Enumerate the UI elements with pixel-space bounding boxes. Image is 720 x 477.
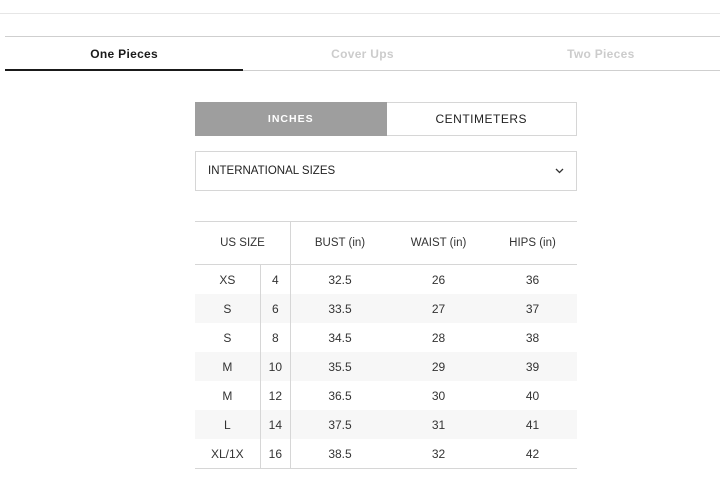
size-label-cell: S [195, 323, 261, 352]
size-number-cell: 14 [260, 410, 292, 439]
size-number-cell: 16 [260, 439, 292, 469]
waist-cell: 30 [431, 388, 446, 403]
size-label-cell: M [195, 381, 261, 410]
centimeters-button[interactable]: CENTIMETERS [386, 102, 577, 136]
bust-cell: 32.5 [328, 272, 352, 287]
top-divider [0, 13, 720, 14]
size-number-cell: 10 [260, 352, 292, 381]
bust-header: BUST (in) [290, 221, 389, 265]
bust-cell: 37.5 [290, 410, 389, 439]
hips-cell: 37 [488, 294, 577, 323]
size-label-cell: XS [195, 264, 261, 294]
table-header-row: US SIZE BUST (in) WAIST (in) HIPS (in) [195, 221, 577, 265]
size-number-cell: 8 [260, 323, 292, 352]
waist-cell: 31 [389, 410, 488, 439]
table-row: XL/1X 16 38.5 32 42 [195, 439, 577, 469]
waist-cell: 26 [431, 272, 446, 287]
size-label-cell: S [195, 294, 261, 323]
tab-two-pieces[interactable]: Two Pieces [482, 37, 720, 70]
table-row: M 10 35.5 29 39 [195, 352, 577, 381]
size-number-cell: 12 [260, 381, 292, 410]
bust-cell: 33.5 [290, 294, 389, 323]
chevron-down-icon [555, 165, 564, 177]
size-system-select[interactable]: INTERNATIONAL SIZES [195, 151, 577, 191]
table-row: XS 4 32.5 26 36 [195, 264, 577, 294]
tab-one-pieces[interactable]: One Pieces [5, 37, 244, 71]
size-label-cell: M [195, 352, 261, 381]
hips-cell: 39 [488, 352, 577, 381]
waist-header: WAIST (in) [389, 221, 488, 265]
bust-cell: 34.5 [328, 330, 352, 345]
waist-cell: 29 [389, 352, 488, 381]
size-chart-table: US SIZE BUST (in) WAIST (in) HIPS (in) X… [195, 221, 577, 469]
inches-button[interactable]: INCHES [195, 102, 387, 136]
size-system-value: INTERNATIONAL SIZES [208, 165, 336, 177]
table-row: S 8 34.5 28 38 [195, 323, 577, 352]
table-row: S 6 33.5 27 37 [195, 294, 577, 323]
table-row: M 12 36.5 30 40 [195, 381, 577, 410]
bust-cell: 38.5 [290, 439, 389, 469]
hips-header: HIPS (in) [488, 221, 577, 265]
waist-cell: 28 [431, 330, 446, 345]
bust-cell: 35.5 [290, 352, 389, 381]
waist-cell: 27 [389, 294, 488, 323]
us-size-header: US SIZE [195, 221, 291, 265]
hips-cell: 38 [525, 330, 540, 345]
size-number-cell: 4 [260, 264, 292, 294]
hips-cell: 41 [488, 410, 577, 439]
bust-cell: 36.5 [328, 388, 352, 403]
table-row: L 14 37.5 31 41 [195, 410, 577, 439]
size-label-cell: L [195, 410, 261, 439]
category-tabs: One Pieces Cover Ups Two Pieces [5, 36, 720, 71]
size-number-cell: 6 [260, 294, 292, 323]
hips-cell: 42 [488, 439, 577, 469]
waist-cell: 32 [389, 439, 488, 469]
hips-cell: 36 [525, 272, 540, 287]
unit-toggle: INCHES CENTIMETERS [195, 102, 577, 136]
hips-cell: 40 [525, 388, 540, 403]
tab-cover-ups[interactable]: Cover Ups [243, 37, 481, 70]
size-label-cell: XL/1X [195, 439, 261, 469]
